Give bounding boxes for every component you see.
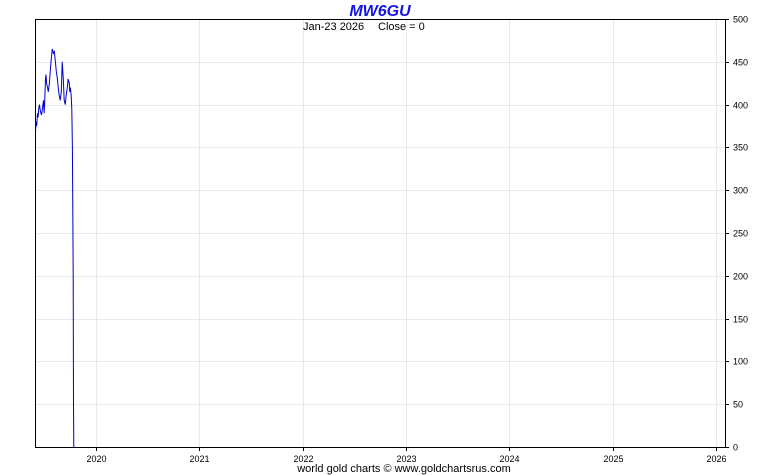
grid-lines <box>35 19 725 447</box>
chart-title: MW6GU <box>349 3 411 20</box>
x-tick-label: 2026 <box>706 454 726 464</box>
y-tick-label: 400 <box>733 101 748 111</box>
y-tick-label: 200 <box>733 272 748 282</box>
subtitle-close: Close = 0 <box>378 21 425 33</box>
y-tick-label: 450 <box>733 58 748 68</box>
y-tick-label: 150 <box>733 315 748 325</box>
x-tick-label: 2025 <box>603 454 623 464</box>
subtitle-date: Jan-23 2026 <box>303 21 364 33</box>
x-tick-label: 2021 <box>189 454 209 464</box>
x-tick-label: 2020 <box>86 454 106 464</box>
y-tick-label: 500 <box>733 15 748 25</box>
y-tick-label: 250 <box>733 229 748 239</box>
chart: 0 50 100 150 200 250 300 350 400 450 500 2020 2021 2… <box>35 3 748 475</box>
footer-credit: world gold charts © www.goldchartsrus.co… <box>296 463 511 475</box>
series-line-mw6gu <box>35 48 75 448</box>
y-tick-label: 50 <box>733 400 743 410</box>
y-tick-label: 100 <box>733 357 748 367</box>
y-tick-label: 350 <box>733 143 748 153</box>
x-axis: 2020 2021 2022 2023 2024 2025 2026 <box>86 447 727 464</box>
y-axis: 0 50 100 150 200 250 300 350 400 450 500 <box>725 15 748 453</box>
y-tick-label: 0 <box>733 443 738 453</box>
y-tick-label: 300 <box>733 186 748 196</box>
